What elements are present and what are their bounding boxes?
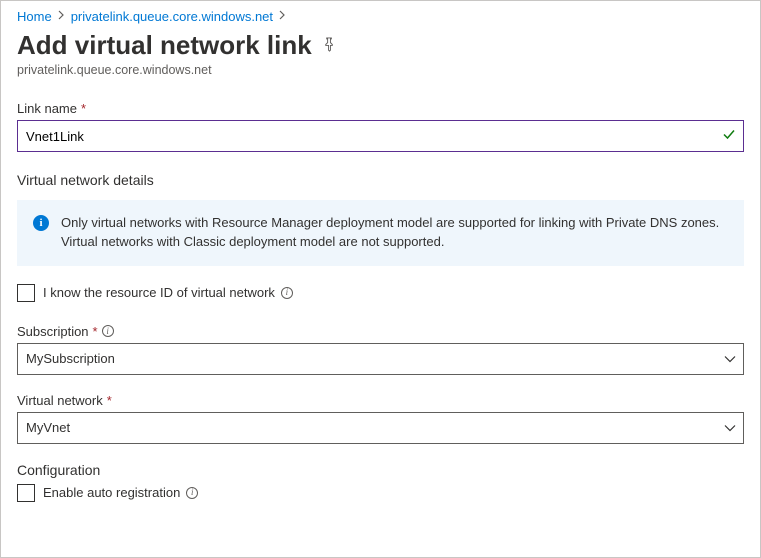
info-banner-text: Only virtual networks with Resource Mana…	[61, 214, 728, 252]
breadcrumb: Home privatelink.queue.core.windows.net	[17, 9, 744, 24]
subscription-select[interactable]: MySubscription	[17, 343, 744, 375]
resource-id-checkbox[interactable]	[17, 284, 35, 302]
subscription-label: Subscription* i	[17, 324, 744, 339]
breadcrumb-home[interactable]: Home	[17, 9, 52, 24]
info-banner: i Only virtual networks with Resource Ma…	[17, 200, 744, 266]
info-icon[interactable]: i	[281, 287, 293, 299]
auto-registration-checkbox-label: Enable auto registration i	[43, 485, 198, 500]
configuration-heading: Configuration	[17, 462, 744, 478]
virtual-network-label: Virtual network*	[17, 393, 744, 408]
vnet-details-heading: Virtual network details	[17, 172, 744, 188]
breadcrumb-parent[interactable]: privatelink.queue.core.windows.net	[71, 9, 273, 24]
page-subtitle: privatelink.queue.core.windows.net	[17, 63, 744, 77]
info-icon[interactable]: i	[186, 487, 198, 499]
pin-icon[interactable]	[322, 37, 337, 55]
virtual-network-select[interactable]: MyVnet	[17, 412, 744, 444]
link-name-label: Link name*	[17, 101, 744, 116]
chevron-right-icon	[277, 10, 288, 23]
page-title: Add virtual network link	[17, 30, 312, 61]
resource-id-checkbox-label: I know the resource ID of virtual networ…	[43, 285, 293, 300]
chevron-right-icon	[56, 10, 67, 23]
link-name-input[interactable]	[17, 120, 744, 152]
info-icon[interactable]: i	[102, 325, 114, 337]
info-icon: i	[33, 215, 49, 231]
auto-registration-checkbox[interactable]	[17, 484, 35, 502]
